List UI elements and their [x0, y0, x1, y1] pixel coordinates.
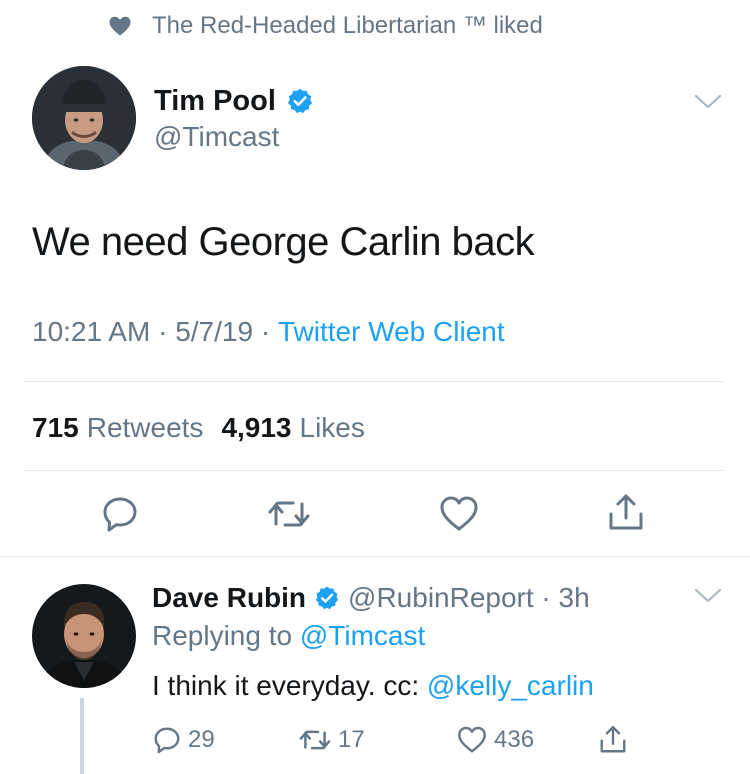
replying-label: Replying to: [152, 620, 300, 651]
time-separator: ·: [533, 582, 559, 613]
reply-text: I think it everyday. cc: @kelly_carlin: [152, 670, 594, 702]
reply-avatar[interactable]: [32, 584, 136, 688]
like-icon: [438, 494, 480, 534]
share-button[interactable]: [606, 492, 646, 534]
verified-badge-icon: [314, 585, 340, 611]
meta-separator: ·: [253, 316, 278, 347]
replying-to-link[interactable]: @Timcast: [300, 620, 425, 651]
avatar[interactable]: [32, 66, 136, 170]
like-button[interactable]: [438, 494, 480, 534]
reply-icon: [154, 727, 180, 754]
retweet-count: 17: [338, 726, 365, 753]
verified-badge-icon: [286, 87, 314, 115]
social-context-text: The Red-Headed Libertarian ™ liked: [152, 12, 543, 39]
reply-text-body: I think it everyday. cc:: [152, 670, 427, 701]
retweet-button[interactable]: [266, 494, 312, 534]
retweets-label[interactable]: Retweets: [87, 412, 204, 444]
social-context[interactable]: The Red-Headed Libertarian ™ liked: [108, 10, 543, 42]
thread-line: [80, 698, 84, 774]
divider: [0, 556, 750, 557]
reply-share-button[interactable]: [598, 722, 634, 758]
reply-like-button[interactable]: 436: [456, 722, 534, 758]
tweet-author[interactable]: Tim Pool @Timcast: [32, 66, 314, 170]
heart-icon: [108, 14, 132, 38]
reply-retweet-button[interactable]: 17: [298, 722, 365, 758]
retweet-icon: [266, 494, 312, 534]
reply-reply-button[interactable]: 29: [152, 722, 215, 758]
replying-to: Replying to @Timcast: [152, 620, 425, 652]
likes-count[interactable]: 4,913: [221, 412, 291, 444]
tweet-time: 10:21 AM: [32, 316, 151, 347]
likes-label[interactable]: Likes: [300, 412, 365, 444]
chevron-down-icon[interactable]: [694, 94, 722, 110]
share-icon: [600, 726, 626, 753]
tweet-stats: 715 Retweets 4,913 Likes: [32, 412, 365, 444]
tweet-date: 5/7/19: [175, 316, 254, 347]
author-handle[interactable]: @Timcast: [154, 121, 314, 153]
meta-separator: ·: [150, 316, 176, 347]
tweet-meta: 10:21 AM · 5/7/19 · Twitter Web Client: [32, 316, 505, 348]
reply-button[interactable]: [100, 494, 140, 534]
author-name[interactable]: Tim Pool: [154, 85, 276, 118]
tweet-text: We need George Carlin back: [32, 220, 535, 264]
reply-count: 29: [188, 726, 215, 753]
reply-author-handle[interactable]: @RubinReport: [348, 582, 534, 614]
like-icon: [458, 726, 486, 753]
mention-link[interactable]: @kelly_carlin: [427, 670, 594, 701]
retweet-icon: [299, 730, 331, 750]
divider: [24, 381, 724, 382]
retweets-count[interactable]: 715: [32, 412, 79, 444]
divider: [24, 470, 724, 471]
tweet-source-link[interactable]: Twitter Web Client: [278, 316, 505, 348]
reply-icon: [100, 494, 140, 534]
share-icon: [606, 492, 646, 534]
reply-header[interactable]: Dave Rubin @RubinReport · 3h: [152, 580, 590, 616]
like-count: 436: [494, 726, 535, 753]
chevron-down-icon[interactable]: [694, 588, 722, 604]
reply-author-name[interactable]: Dave Rubin: [152, 582, 306, 614]
reply-time[interactable]: 3h: [559, 582, 590, 614]
